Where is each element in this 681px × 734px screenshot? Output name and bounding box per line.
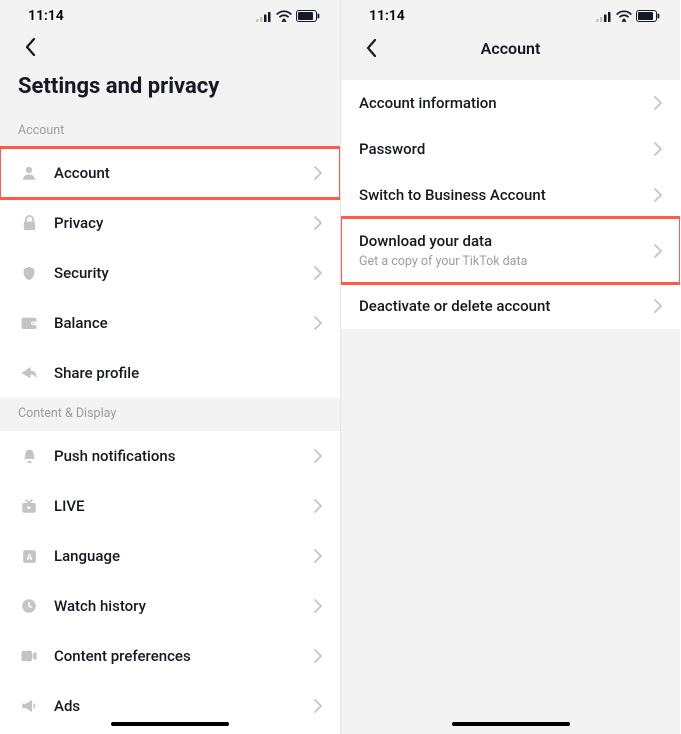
nav-bar xyxy=(0,28,340,68)
row-live[interactable]: LIVE xyxy=(0,481,340,531)
row-label: Account information xyxy=(359,94,654,112)
row-account[interactable]: Account xyxy=(0,148,340,198)
row-label: Download your data xyxy=(359,232,654,250)
row-label: Balance xyxy=(54,314,314,332)
row-label: Deactivate or delete account xyxy=(359,297,654,315)
status-bar: 11:14 xyxy=(341,0,680,28)
chevron-right-icon xyxy=(654,142,662,156)
battery-icon xyxy=(296,10,320,22)
chevron-right-icon xyxy=(314,499,322,513)
row-label: Security xyxy=(54,264,314,282)
chevron-right-icon xyxy=(654,188,662,202)
battery-icon xyxy=(636,10,660,22)
chevron-right-icon xyxy=(314,166,322,180)
video-icon xyxy=(18,645,40,667)
section-label-account: Account xyxy=(0,115,340,148)
list-account-settings: Account information Password Switch to B… xyxy=(341,80,680,329)
live-icon xyxy=(18,495,40,517)
status-icons xyxy=(256,10,320,22)
chevron-right-icon xyxy=(314,449,322,463)
row-balance[interactable]: Balance xyxy=(0,298,340,348)
list-account: Account Privacy Security Balance xyxy=(0,148,340,398)
row-download-data[interactable]: Download your data Get a copy of your Ti… xyxy=(341,218,680,283)
row-label: Switch to Business Account xyxy=(359,186,654,204)
row-language[interactable]: A Language xyxy=(0,531,340,581)
row-push-notifications[interactable]: Push notifications xyxy=(0,431,340,481)
chevron-right-icon xyxy=(314,549,322,563)
chevron-right-icon xyxy=(314,266,322,280)
clock-icon xyxy=(18,595,40,617)
chevron-right-icon xyxy=(314,699,322,713)
page-title: Settings and privacy xyxy=(0,68,340,115)
chevron-right-icon xyxy=(654,96,662,110)
row-security[interactable]: Security xyxy=(0,248,340,298)
section-label-content: Content & Display xyxy=(0,398,340,431)
wallet-icon xyxy=(18,312,40,334)
row-switch-business[interactable]: Switch to Business Account xyxy=(341,172,680,218)
row-content-preferences[interactable]: Content preferences xyxy=(0,631,340,681)
signal-icon xyxy=(596,11,612,22)
row-share-profile[interactable]: Share profile xyxy=(0,348,340,398)
chevron-right-icon xyxy=(314,316,322,330)
chevron-right-icon xyxy=(654,299,662,313)
svg-text:A: A xyxy=(26,553,32,563)
home-indicator[interactable] xyxy=(111,722,229,727)
back-button[interactable] xyxy=(359,36,383,60)
row-label: Content preferences xyxy=(54,647,314,665)
row-label: Watch history xyxy=(54,597,314,615)
chevron-right-icon xyxy=(314,216,322,230)
status-bar: 11:14 xyxy=(0,0,340,28)
row-deactivate[interactable]: Deactivate or delete account xyxy=(341,283,680,329)
chevron-right-icon xyxy=(314,599,322,613)
wifi-icon xyxy=(616,10,632,22)
chevron-right-icon xyxy=(654,244,662,258)
home-indicator[interactable] xyxy=(452,722,570,727)
row-subtitle: Get a copy of your TikTok data xyxy=(359,254,654,269)
lock-icon xyxy=(18,212,40,234)
megaphone-icon xyxy=(18,695,40,717)
row-account-information[interactable]: Account information xyxy=(341,80,680,126)
language-icon: A xyxy=(18,545,40,567)
row-label: Ads xyxy=(54,697,314,715)
row-label: Account xyxy=(54,164,314,182)
chevron-left-icon xyxy=(25,38,36,56)
nav-title: Account xyxy=(481,39,541,58)
signal-icon xyxy=(256,11,272,22)
shield-icon xyxy=(18,262,40,284)
list-content-display: Push notifications LIVE A Language Watch… xyxy=(0,431,340,734)
phone-account: 11:14 Account Account information Passwo… xyxy=(340,0,680,734)
row-label: LIVE xyxy=(54,497,314,515)
back-button[interactable] xyxy=(18,35,42,59)
chevron-right-icon xyxy=(314,649,322,663)
chevron-left-icon xyxy=(366,39,377,57)
spacer xyxy=(341,70,680,80)
status-time: 11:14 xyxy=(369,8,405,24)
row-password[interactable]: Password xyxy=(341,126,680,172)
status-icons xyxy=(596,10,660,22)
bell-icon xyxy=(18,445,40,467)
row-label: Password xyxy=(359,140,654,158)
row-label: Privacy xyxy=(54,214,314,232)
row-privacy[interactable]: Privacy xyxy=(0,198,340,248)
wifi-icon xyxy=(276,10,292,22)
row-label: Language xyxy=(54,547,314,565)
status-time: 11:14 xyxy=(28,8,64,24)
row-label: Push notifications xyxy=(54,447,314,465)
phone-settings: 11:14 Settings and privacy Account Accou… xyxy=(0,0,340,734)
row-label: Share profile xyxy=(54,364,322,382)
person-icon xyxy=(18,162,40,184)
share-icon xyxy=(18,362,40,384)
nav-bar: Account xyxy=(341,28,680,70)
row-watch-history[interactable]: Watch history xyxy=(0,581,340,631)
